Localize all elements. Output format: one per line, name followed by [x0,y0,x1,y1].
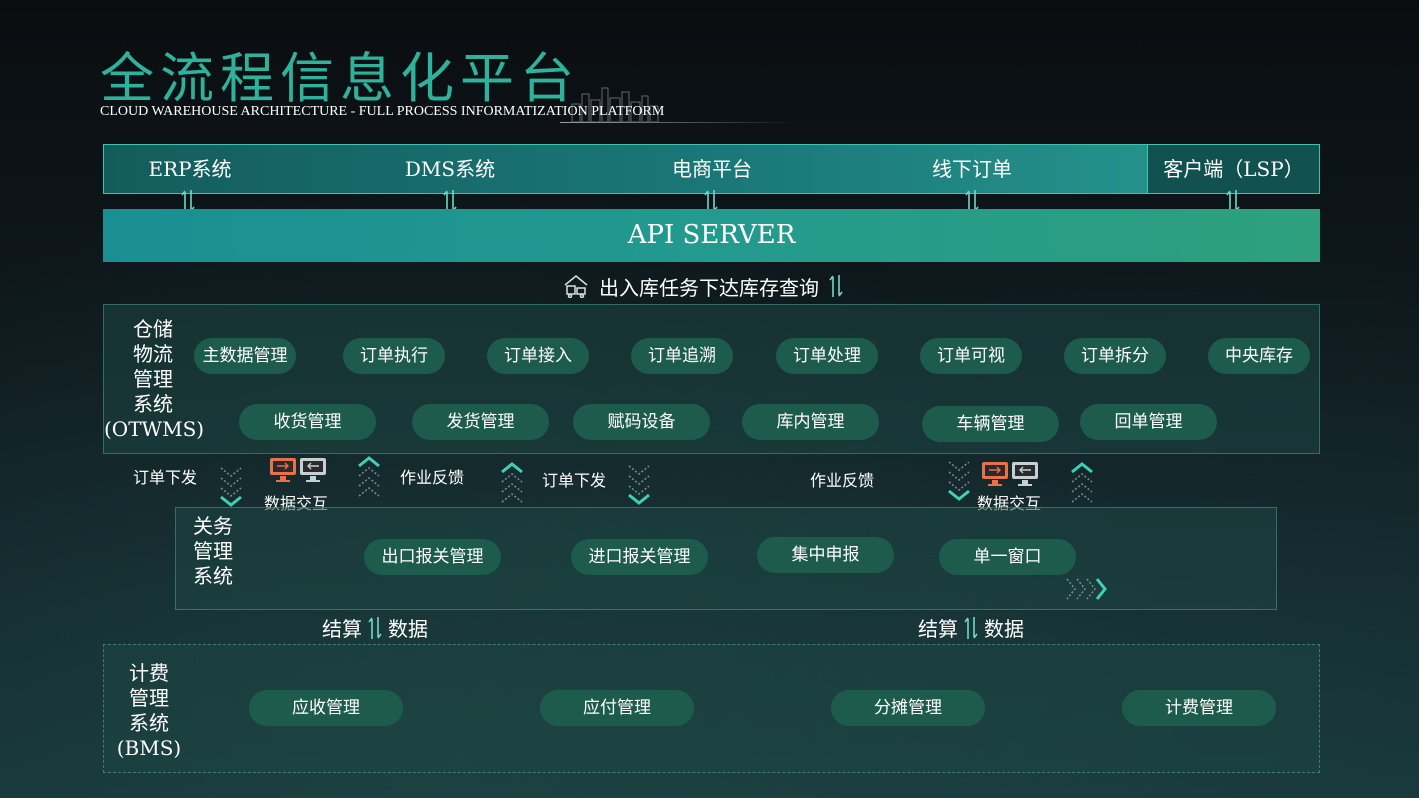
bms-module: 应收管理 [249,690,403,726]
source-systems-bar: ERP系统 DMS系统 电商平台 线下订单 客户端（LSP） [103,144,1320,194]
arrow-up-down-icon [964,616,978,639]
chevron-down-icon [628,465,650,505]
settlement-row-right: 结算 数据 [918,613,1024,642]
otwms-module: 订单拆分 [1064,338,1166,374]
chevron-up-icon [1071,462,1093,503]
chevron-down-icon [220,467,242,507]
customs-module: 集中申报 [757,537,894,573]
otwms-module: 发货管理 [412,404,549,440]
settlement-label: 结算 [322,617,362,641]
otwms-module: 订单执行 [343,338,445,374]
data-label: 数据 [984,617,1024,641]
bms-module: 分摊管理 [831,690,985,726]
api-server-bar: API SERVER [103,209,1320,262]
otwms-module: 主数据管理 [194,338,296,374]
chevron-up-icon [358,456,380,497]
otwms-module: 库内管理 [742,404,879,440]
customs-label: 关务 管理 系统 [193,514,233,588]
flow-job-feedback-label: 作业反馈 [810,471,875,490]
flow-order-down-label: 订单下发 [133,468,198,487]
customs-module: 单一窗口 [939,539,1076,575]
customs-panel: 关务 管理 系统 [175,507,1277,610]
otwms-module: 车辆管理 [922,406,1059,442]
otwms-module: 订单可视 [920,338,1022,374]
otwms-module: 订单处理 [776,338,878,374]
task-dispatch-label: 出入库任务下达库存查询 [599,275,819,300]
bms-module: 应付管理 [540,690,694,726]
otwms-module: 赋码设备 [573,404,710,440]
system-ecommerce: 电商平台 [672,157,752,181]
arrow-up-down-icon [368,616,382,639]
flow-order-down-label: 订单下发 [542,471,607,490]
chevron-down-icon [948,461,970,501]
chevron-right-icon [1066,578,1107,600]
customs-module: 出口报关管理 [364,539,501,575]
computer-icon [270,458,326,482]
settlement-label: 结算 [918,617,958,641]
bms-label: 计费 管理 系统 (BMS) [116,661,182,760]
system-dms: DMS系统 [404,157,496,181]
otwms-module: 中央库存 [1208,338,1310,374]
chevron-up-icon [501,462,523,503]
settlement-row-left: 结算 数据 [322,613,428,642]
page-title: 全流程信息化平台 [100,47,580,110]
otwms-module: 回单管理 [1080,404,1217,440]
bms-module: 计费管理 [1122,690,1276,726]
subtitle-divider [560,122,800,123]
otwms-label: 仓储 物流 管理 系统 (OTWMS) [104,317,205,441]
system-offline-order: 线下订单 [932,157,1012,181]
computer-icon [982,462,1038,486]
flow-job-feedback-label: 作业反馈 [400,468,465,487]
task-dispatch-row: 出入库任务下达库存查询 [563,272,843,300]
otwms-module: 订单接入 [487,338,589,374]
customs-module: 进口报关管理 [571,539,708,575]
otwms-module: 收货管理 [239,404,376,440]
page-subtitle: CLOUD WAREHOUSE ARCHITECTURE - FULL PROC… [100,104,665,119]
otwms-module: 订单追溯 [631,338,733,374]
system-client-lsp: 客户端（LSP） [1147,145,1319,193]
arrow-up-down-icon [829,275,843,297]
truck-warehouse-icon [564,275,588,298]
system-erp: ERP系统 [148,157,232,181]
data-label: 数据 [388,617,428,641]
